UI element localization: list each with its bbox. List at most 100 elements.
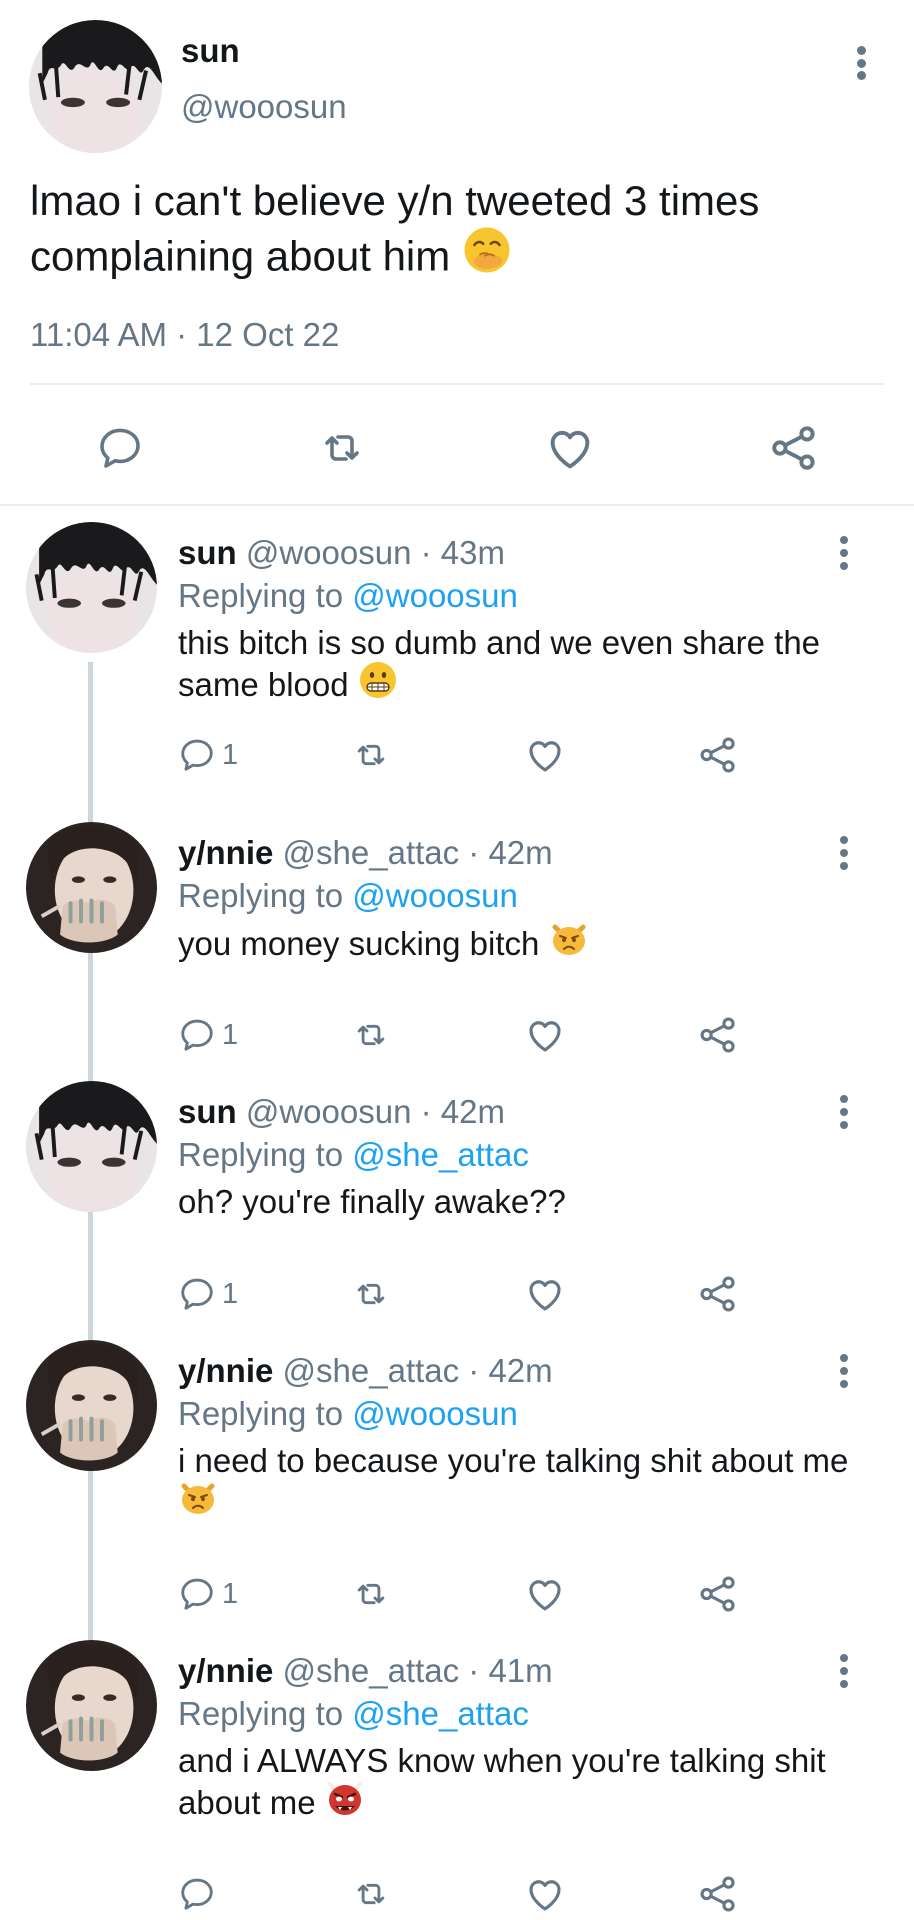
share-button[interactable] — [697, 1273, 739, 1315]
reply-icon — [96, 424, 144, 472]
sun-avatar-image — [29, 20, 162, 153]
avatar[interactable] — [26, 522, 157, 653]
tweet-text-content: lmao i can't believe y/n tweeted 3 times… — [30, 177, 760, 280]
author-handle-time[interactable]: @wooosun · 43m — [246, 534, 505, 571]
divider — [30, 383, 884, 385]
avatar[interactable] — [26, 822, 157, 953]
avatar[interactable] — [26, 1340, 157, 1471]
like-button[interactable] — [524, 1873, 566, 1915]
reply-count: 1 — [222, 738, 239, 771]
share-button[interactable] — [768, 422, 820, 474]
retweet-button[interactable] — [350, 1575, 392, 1613]
author-handle[interactable]: @wooosun — [181, 88, 347, 126]
more-options-icon[interactable] — [834, 536, 854, 570]
reply-text: you money sucking bitch — [178, 922, 858, 971]
reply-header: y/nnie @she_attac · 42m — [178, 834, 553, 872]
share-icon — [697, 1273, 739, 1315]
replying-prefix: Replying to — [178, 577, 353, 614]
reply-header: sun @wooosun · 43m — [178, 534, 505, 572]
author-handle-time[interactable]: @she_attac · 41m — [283, 1652, 553, 1689]
reply-icon — [178, 1016, 216, 1054]
share-icon — [697, 1573, 739, 1615]
more-options-icon[interactable] — [834, 1654, 854, 1688]
replying-to: Replying to @wooosun — [178, 577, 518, 615]
mention-link[interactable]: @wooosun — [352, 1395, 518, 1432]
reply-button[interactable] — [178, 1875, 216, 1913]
retweet-button[interactable] — [350, 736, 392, 774]
mention-link[interactable]: @wooosun — [352, 577, 518, 614]
reply-text-content: and i ALWAYS know when you're talking sh… — [178, 1742, 826, 1822]
reply-text-content: oh? you're finally awake?? — [178, 1183, 566, 1220]
retweet-button[interactable] — [350, 1875, 392, 1913]
retweet-button[interactable] — [350, 1275, 392, 1313]
reply-text-content: this bitch is so dumb and we even share … — [178, 624, 821, 704]
ynnie-avatar-image — [26, 1340, 157, 1471]
share-button[interactable] — [697, 1014, 739, 1056]
author-name[interactable]: sun — [178, 1093, 237, 1130]
author-name[interactable]: sun — [178, 534, 237, 571]
retweet-icon — [350, 1275, 392, 1313]
reply-text: i need to because you're talking shit ab… — [178, 1440, 858, 1530]
author-handle-time[interactable]: @she_attac · 42m — [283, 834, 553, 871]
share-button[interactable] — [697, 734, 739, 776]
author-name[interactable]: y/nnie — [178, 1352, 273, 1389]
main-tweet: sun @wooosun lmao i can't believe y/n tw… — [0, 0, 914, 506]
author-name[interactable]: y/nnie — [178, 1652, 273, 1689]
reply-button[interactable]: 1 — [178, 1016, 238, 1054]
avatar[interactable] — [29, 20, 162, 153]
reply-text-content: you money sucking bitch — [178, 925, 540, 963]
mention-link[interactable]: @she_attac — [352, 1136, 529, 1173]
author-name[interactable]: y/nnie — [178, 834, 273, 871]
reply-text: this bitch is so dumb and we even share … — [178, 622, 858, 712]
replying-prefix: Replying to — [178, 877, 353, 914]
replying-to: Replying to @she_attac — [178, 1136, 529, 1174]
reply-header: sun @wooosun · 42m — [178, 1093, 505, 1131]
reply-text-content: i need to because you're talking shit ab… — [178, 1442, 849, 1479]
like-button[interactable] — [544, 422, 596, 474]
like-button[interactable] — [524, 734, 566, 776]
author-name[interactable]: sun — [181, 32, 240, 70]
avatar[interactable] — [26, 1640, 157, 1771]
reply-button[interactable]: 1 — [178, 1275, 238, 1313]
reply-button[interactable]: 1 — [178, 736, 238, 774]
retweet-icon — [350, 1575, 392, 1613]
reply-button[interactable]: 1 — [178, 1575, 238, 1613]
retweet-button[interactable] — [316, 424, 368, 472]
like-button[interactable] — [524, 1014, 566, 1056]
reply-text: oh? you're finally awake?? — [178, 1181, 858, 1222]
more-options-icon[interactable] — [834, 1354, 854, 1388]
share-button[interactable] — [697, 1573, 739, 1615]
more-options-icon[interactable] — [834, 836, 854, 870]
share-button[interactable] — [697, 1873, 739, 1915]
like-icon — [524, 1573, 566, 1615]
mention-link[interactable]: @wooosun — [352, 877, 518, 914]
avatar[interactable] — [26, 1081, 157, 1212]
author-handle-time[interactable]: @wooosun · 42m — [246, 1093, 505, 1130]
retweet-icon — [350, 1016, 392, 1054]
like-icon — [544, 422, 596, 474]
reply-icon — [178, 736, 216, 774]
more-options-icon[interactable] — [834, 1095, 854, 1129]
share-icon — [697, 1873, 739, 1915]
reply-count: 1 — [222, 1018, 239, 1051]
like-icon — [524, 734, 566, 776]
share-icon — [768, 422, 820, 474]
tweet-timestamp[interactable]: 11:04 AM · 12 Oct 22 — [30, 316, 339, 354]
retweet-icon — [350, 736, 392, 774]
reply-icon — [178, 1575, 216, 1613]
retweet-icon — [316, 424, 368, 472]
mention-link[interactable]: @she_attac — [352, 1695, 529, 1732]
author-handle-time[interactable]: @she_attac · 42m — [283, 1352, 553, 1389]
reply-button[interactable] — [96, 424, 144, 472]
like-icon — [524, 1873, 566, 1915]
share-icon — [697, 1014, 739, 1056]
like-button[interactable] — [524, 1273, 566, 1315]
sun-avatar-image — [26, 1081, 157, 1212]
more-options-icon[interactable] — [851, 46, 871, 80]
ynnie-avatar-image — [26, 822, 157, 953]
replying-to: Replying to @wooosun — [178, 877, 518, 915]
reply-count: 1 — [222, 1577, 239, 1610]
reply-text: and i ALWAYS know when you're talking sh… — [178, 1740, 858, 1830]
retweet-button[interactable] — [350, 1016, 392, 1054]
like-button[interactable] — [524, 1573, 566, 1615]
